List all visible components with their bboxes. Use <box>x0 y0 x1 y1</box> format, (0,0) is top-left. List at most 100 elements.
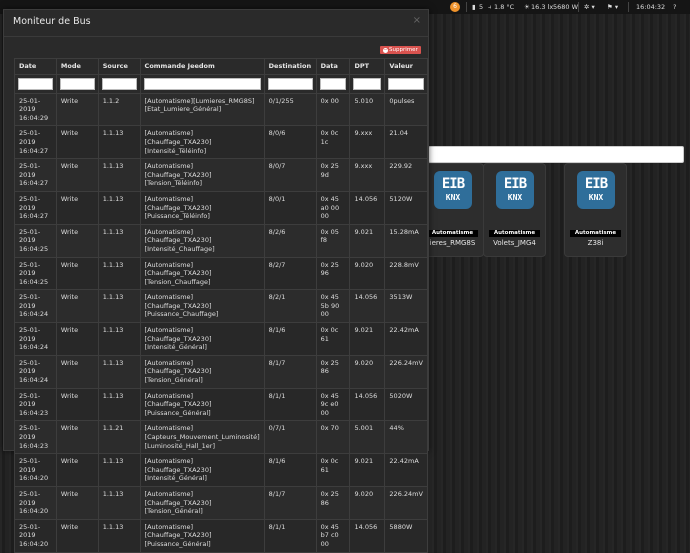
cell-commande: [Automatisme][Lumieres_RMG8S][Etat_Lumie… <box>139 92 265 127</box>
user-menu-icon[interactable]: ⚑ ▾ <box>607 3 618 11</box>
column-header-mode[interactable]: Mode <box>55 58 99 75</box>
column-header-valeur[interactable]: Valeur <box>384 58 428 75</box>
cell-commande: [Automatisme][Chauffage_TXA230][Puissanc… <box>139 518 265 553</box>
column-header-destination[interactable]: Destination <box>263 58 317 75</box>
bus-monitor-modal: Moniteur de Bus × −Supprimer Date Mode S… <box>3 9 429 553</box>
table-row[interactable]: 25-01-2019 16:04:27 Write 1.1.13 [Automatis… <box>14 190 428 225</box>
cell-commande: [Automatisme][Chauffage_TXA230][Intensit… <box>139 453 265 487</box>
cell-valeur: 22.42mA <box>384 322 428 356</box>
cell-data: 0x 45 b7 c0 00 <box>315 518 351 553</box>
cell-dpt: 14.056 <box>349 387 386 422</box>
cell-destination: 8/0/1 <box>263 190 317 225</box>
table-row[interactable]: 25-01-2019 16:04:23 Write 1.1.13 [Automatis… <box>14 387 428 422</box>
tile-name: Volets_JMG4 <box>493 239 536 247</box>
filter-mode-input[interactable] <box>59 77 95 90</box>
cell-valeur: 5880W <box>384 518 428 553</box>
cell-data: 0x 25 86 <box>315 485 351 520</box>
equipment-search-bar[interactable] <box>428 146 684 163</box>
settings-cog-icon[interactable]: ✲ ▾ <box>584 3 595 11</box>
cell-commande: [Automatisme][Chauffage_TXA230][Puissanc… <box>139 190 265 225</box>
table-row[interactable]: 25-01-2019 16:04:20 Write 1.1.13 [Automatis… <box>14 518 428 553</box>
table-row[interactable]: 25-01-2019 16:04:27 Write 1.1.13 [Automatis… <box>14 125 428 160</box>
notification-badge[interactable]: 6 <box>450 2 460 12</box>
tile-category: Automatisme <box>427 230 478 237</box>
cell-valeur: 226.24mV <box>384 485 428 520</box>
filter-data-input[interactable] <box>319 77 347 90</box>
sun-icon: ☀ <box>524 3 530 11</box>
table-row[interactable]: 25-01-2019 16:04:23 Write 1.1.21 [Automatis… <box>14 420 428 455</box>
cell-data: 0x 05 f8 <box>315 223 351 258</box>
cell-date: 25-01-2019 16:04:27 <box>14 158 57 192</box>
cell-dpt: 9.021 <box>349 453 386 487</box>
cell-valeur: 3513W <box>384 289 428 324</box>
cell-data: 0x 25 86 <box>315 354 351 389</box>
filter-destination-input[interactable] <box>267 77 313 90</box>
cell-dpt: 9.021 <box>349 223 386 258</box>
cell-data: 0x 70 <box>315 420 351 455</box>
tile-name: Z38i <box>587 239 604 247</box>
table-row[interactable]: 25-01-2019 16:04:24 Write 1.1.13 [Automatis… <box>14 322 428 356</box>
column-header-dpt[interactable]: DPT <box>349 58 386 75</box>
table-row[interactable]: 25-01-2019 16:04:25 Write 1.1.13 [Automatis… <box>14 223 428 258</box>
filter-valeur-input[interactable] <box>388 77 424 90</box>
cell-mode: Write <box>55 190 99 225</box>
filter-commande-input[interactable] <box>143 77 261 90</box>
filter-source-input[interactable] <box>101 77 137 90</box>
cell-date: 25-01-2019 16:04:29 <box>14 92 57 127</box>
table-row[interactable]: 25-01-2019 16:04:24 Write 1.1.13 [Automatis… <box>14 289 428 324</box>
cell-data: 0x 45 9c e0 00 <box>315 387 351 422</box>
cell-source: 1.1.2 <box>97 92 141 127</box>
cell-valeur: 5020W <box>384 387 428 422</box>
cell-mode: Write <box>55 256 99 291</box>
equipment-tile[interactable]: EIB KNX Automatisme Z38i <box>564 163 627 257</box>
cell-mode: Write <box>55 92 99 127</box>
column-header-commande[interactable]: Commande Jeedom <box>139 58 265 75</box>
equipment-tile[interactable]: EIB KNX Automatisme Volets_JMG4 <box>483 163 546 257</box>
cell-source: 1.1.13 <box>97 322 141 356</box>
filter-dpt-input[interactable] <box>353 77 382 90</box>
cell-valeur: 229.92 <box>384 158 428 192</box>
cell-valeur: 22.42mA <box>384 453 428 487</box>
cell-destination: 0/1/255 <box>263 92 317 127</box>
knx-logo-icon: EIB KNX <box>434 171 472 209</box>
filter-row <box>14 73 428 94</box>
table-row[interactable]: 25-01-2019 16:04:20 Write 1.1.13 [Automatis… <box>14 485 428 520</box>
table-row[interactable]: 25-01-2019 16:04:27 Write 1.1.13 [Automatis… <box>14 158 428 192</box>
cell-data: 0x 45 5b 90 00 <box>315 289 351 324</box>
cell-source: 1.1.13 <box>97 256 141 291</box>
close-icon[interactable]: × <box>413 15 421 26</box>
navbar-stat-count: 5 <box>479 3 484 11</box>
cell-date: 25-01-2019 16:04:27 <box>14 190 57 225</box>
column-header-date[interactable]: Date <box>14 58 57 75</box>
cell-mode: Write <box>55 125 99 160</box>
cell-data: 0x 0c 1c <box>315 125 351 160</box>
cell-valeur: 15.28mA <box>384 223 428 258</box>
delete-button[interactable]: −Supprimer <box>380 46 421 54</box>
cell-data: 0x 0c 61 <box>315 322 351 356</box>
help-icon[interactable]: ? <box>673 3 676 11</box>
equipment-tile[interactable]: EIB KNX Automatisme ieres_RMG8S <box>421 163 484 257</box>
table-row[interactable]: 25-01-2019 16:04:29 Write 1.1.2 [Automatism… <box>14 92 428 127</box>
cell-dpt: 14.056 <box>349 289 386 324</box>
cell-source: 1.1.13 <box>97 190 141 225</box>
cell-destination: 8/2/6 <box>263 223 317 258</box>
cell-data: 0x 0c 61 <box>315 453 351 487</box>
cell-date: 25-01-2019 16:04:27 <box>14 125 57 160</box>
cell-source: 1.1.13 <box>97 518 141 553</box>
table-row[interactable]: 25-01-2019 16:04:25 Write 1.1.13 [Automatis… <box>14 256 428 291</box>
cell-data: 0x 25 96 <box>315 256 351 291</box>
cell-commande: [Automatisme][Chauffage_TXA230][Intensit… <box>139 223 265 258</box>
minus-circle-icon: − <box>383 47 388 53</box>
filter-date-input[interactable] <box>18 77 53 90</box>
cell-valeur: 21.04 <box>384 125 428 160</box>
cell-date: 25-01-2019 16:04:24 <box>14 322 57 356</box>
table-row[interactable]: 25-01-2019 16:04:20 Write 1.1.13 [Automatis… <box>14 453 428 487</box>
table-row[interactable]: 25-01-2019 16:04:24 Write 1.1.13 [Automatis… <box>14 354 428 389</box>
cell-mode: Write <box>55 485 99 520</box>
cell-source: 1.1.13 <box>97 453 141 487</box>
cell-mode: Write <box>55 322 99 356</box>
cell-source: 1.1.13 <box>97 158 141 192</box>
modal-header: Moniteur de Bus × <box>4 10 428 37</box>
column-header-source[interactable]: Source <box>97 58 141 75</box>
column-header-data[interactable]: Data <box>315 58 351 75</box>
